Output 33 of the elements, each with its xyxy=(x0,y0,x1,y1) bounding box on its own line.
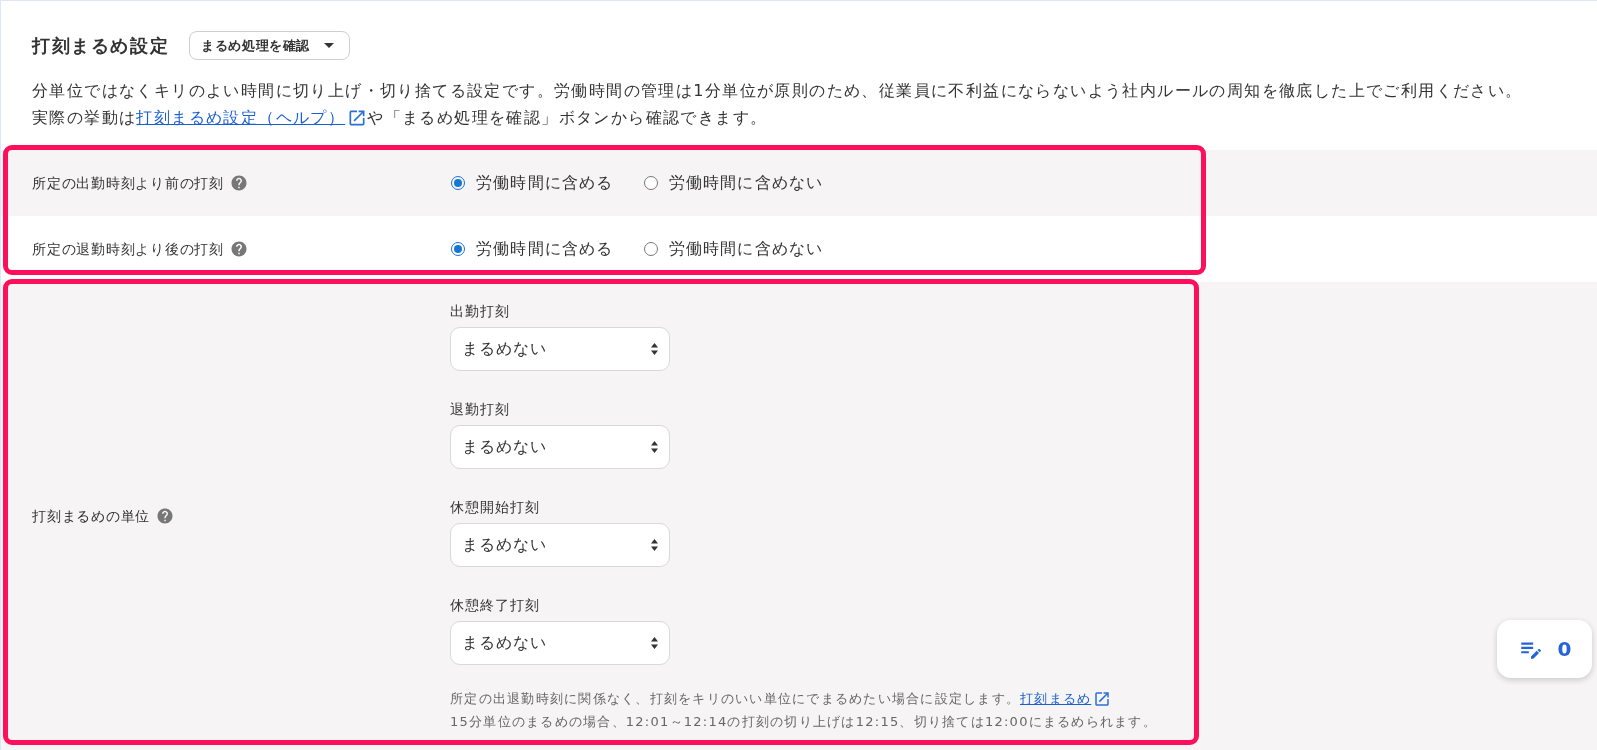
page-title: 打刻まるめ設定 xyxy=(32,34,170,58)
help-icon[interactable] xyxy=(156,507,174,525)
select-dropdown[interactable]: まるめない xyxy=(450,425,670,469)
help-icon[interactable] xyxy=(229,174,248,192)
caret-icon xyxy=(324,43,334,48)
radio-option[interactable]: 労働時間に含めない xyxy=(643,171,824,195)
check-rounding-button[interactable]: まるめ処理を確認 xyxy=(189,31,350,60)
sort-arrows-icon xyxy=(651,343,658,355)
radio-option[interactable]: 労働時間に含める xyxy=(451,171,614,195)
sort-arrows-icon xyxy=(651,539,658,551)
radio-option[interactable]: 労働時間に含めない xyxy=(643,237,824,261)
field-label: 休憩開始打刻 xyxy=(450,498,540,517)
setting-label: 打刻まるめの単位 xyxy=(32,506,150,526)
description-text: 実際の挙動は打刻まるめ設定（ヘルプ） や「まるめ処理を確認」ボタンから確認できます。 xyxy=(32,104,768,131)
select-dropdown[interactable]: まるめない xyxy=(450,621,670,665)
notes-button[interactable]: 0 xyxy=(1497,620,1592,678)
field-label: 出勤打刻 xyxy=(450,302,510,321)
sort-arrows-icon xyxy=(651,441,658,453)
help-link[interactable]: 打刻まるめ xyxy=(1020,687,1112,710)
description-text: 分単位ではなくキリのよい時間に切り上げ・切り捨てる設定です。労働時間の管理は1分単位が原則のため、従業員に不利益にならないよう社内ルールの周知を徹底した上でご利用ください。 xyxy=(32,80,1523,102)
field-label: 退勤打刻 xyxy=(450,400,510,419)
select-dropdown[interactable]: まるめない xyxy=(450,523,670,567)
help-icon[interactable] xyxy=(229,240,248,258)
external-link-icon xyxy=(1093,689,1112,708)
field-label: 休憩終了打刻 xyxy=(450,596,540,615)
sort-arrows-icon xyxy=(651,637,658,649)
note-text: 15分単位のまるめの場合、12:01～12:14の打刻の切り上げは12:15、切り捨ては12:00にまるめられます。 xyxy=(450,713,1157,731)
radio-option[interactable]: 労働時間に含める xyxy=(451,237,614,261)
setting-label: 所定の退勤時刻より後の打刻 xyxy=(32,239,224,259)
setting-label: 所定の出勤時刻より前の打刻 xyxy=(32,173,224,193)
help-text: 所定の出退勤時刻に関係なく、打刻をキリのいい単位にでまるめたい場合に設定します。打刻まるめ xyxy=(450,687,1112,710)
help-link[interactable]: 打刻まるめ設定（ヘルプ） xyxy=(136,104,368,131)
select-dropdown[interactable]: まるめない xyxy=(450,327,670,371)
